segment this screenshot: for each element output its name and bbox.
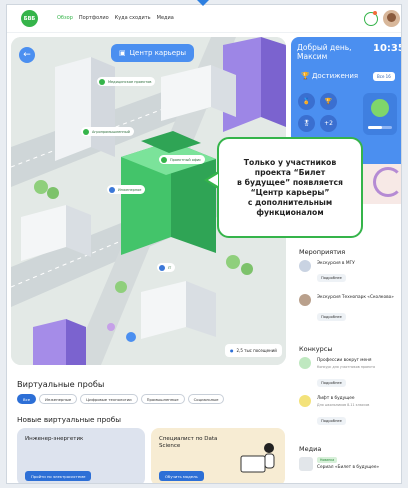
events-panel: Мероприятия Экскурсия в МГУ Подробнее Эк… — [291, 242, 401, 332]
avatar[interactable] — [383, 10, 400, 27]
callout-text: Только у участников проекта “Билет в буд… — [237, 158, 343, 218]
list-item[interactable]: Профессии вокруг меня Конкурс для участн… — [299, 357, 399, 391]
media-new-tag: Новинка — [317, 457, 338, 463]
media-item-title[interactable]: Сериал «Билет в будущее» — [317, 465, 397, 470]
trial-card-data-science[interactable]: Специалист по Data Science Обучить модел… — [151, 428, 285, 483]
contest-icon — [299, 357, 311, 369]
event-details-button[interactable]: Подробнее — [317, 313, 346, 321]
map-label-project-office[interactable]: Проектный офис — [159, 155, 206, 164]
callout-line: проекта “Билет — [254, 167, 326, 177]
top-pointer — [196, 0, 210, 6]
achievement-progress — [368, 126, 392, 129]
trial-filter-chips: Все Инженерные Цифровые технологии Промы… — [17, 394, 225, 404]
more-achievements[interactable]: +2 — [320, 115, 337, 132]
building-icon: ▣ — [119, 49, 126, 57]
achievements-title-text: Достижения — [311, 72, 359, 80]
greeting-line-1: Добрый день, — [297, 43, 352, 52]
achievements-title: 🏆 Достижения — [301, 72, 359, 80]
contest-icon — [299, 395, 311, 407]
chip-social[interactable]: Социальные — [187, 394, 225, 404]
top-header: БВБ Обзор Портфолио Куда сходить Медиа — [7, 5, 401, 33]
contest-description: Конкурс для участников проекта — [317, 365, 376, 369]
trial-card-title: Специалист по Data Science — [159, 436, 218, 449]
contest-name: Лифт в будущее — [317, 396, 355, 401]
greeting: Добрый день, Максим — [297, 43, 352, 61]
promo-ring-icon — [373, 167, 401, 197]
event-image — [299, 260, 311, 272]
visitors-count: 2,5 тыс посещений — [236, 348, 277, 353]
nav-media[interactable]: Медиа — [157, 15, 174, 21]
new-trials-title: Новые виртуальные пробы — [17, 415, 121, 424]
event-name: Экскурсия Технопарк «Сколково» — [317, 295, 394, 300]
chip-engineering[interactable]: Инженерные — [39, 394, 78, 404]
trophy-icon[interactable]: 🏆 — [320, 93, 337, 110]
greeting-line-2: Максим — [297, 52, 328, 61]
contest-name: Профессии вокруг меня — [317, 358, 372, 363]
trial-card-engineer[interactable]: Инженер-энергетик Пройти по электросисте… — [17, 428, 145, 483]
media-thumbnail[interactable] — [299, 457, 313, 471]
trial-start-button[interactable]: Обучить модель — [159, 471, 204, 481]
map-label-medical[interactable]: Медицинское проектов — [97, 77, 156, 86]
chip-digital[interactable]: Цифровые технологии — [80, 394, 138, 404]
back-arrow-icon[interactable]: ← — [19, 47, 35, 63]
top-nav: Обзор Портфолио Куда сходить Медиа — [57, 15, 174, 21]
trial-start-button[interactable]: Пройти по электросистеме — [25, 471, 92, 481]
nav-portfolio[interactable]: Портфолио — [79, 15, 109, 21]
callout-line: с дополнительным — [247, 197, 333, 207]
medal-icon[interactable]: 🏅 — [298, 93, 315, 110]
brand-logo[interactable]: БВБ — [21, 10, 38, 27]
achievements-all-badge[interactable]: Все 16 — [373, 72, 395, 81]
event-image — [299, 294, 311, 306]
map-label-agro[interactable]: Агропромышленный — [81, 127, 134, 136]
contests-panel: Конкурсы Профессии вокруг меня Конкурс д… — [291, 339, 401, 431]
media-panel: Медиа Новинка Сериал «Билет в будущее» — [291, 439, 401, 483]
info-callout: Только у участников проекта “Билет в буд… — [217, 137, 363, 238]
chip-all[interactable]: Все — [17, 394, 37, 404]
contests-title: Конкурсы — [299, 345, 333, 353]
map-label-engineering[interactable]: Инженерное — [107, 185, 146, 194]
people-icon: ● — [230, 348, 234, 353]
callout-line: “Центр карьеры” — [250, 187, 330, 197]
virtual-trials-title: Виртуальные пробы — [17, 379, 105, 389]
events-title: Мероприятия — [299, 248, 346, 256]
app-frame: БВБ Обзор Портфолио Куда сходить Медиа ←… — [6, 4, 402, 484]
callout-line: Только у участников — [243, 157, 337, 167]
callout-line: функционалом — [256, 207, 324, 217]
list-item[interactable]: Экскурсия в МГУ Подробнее — [299, 260, 399, 288]
media-title: Медиа — [299, 445, 322, 453]
map-label-it[interactable]: IT — [157, 263, 176, 272]
career-center-title[interactable]: ▣ Центр карьеры — [111, 44, 195, 62]
callout-pointer-inner — [208, 174, 218, 186]
chip-industrial[interactable]: Промышленные — [140, 394, 185, 404]
contest-description: Для школьников 8-11 классов — [317, 403, 370, 407]
featured-achievement[interactable] — [363, 93, 397, 135]
trial-card-title: Инженер-энергетик — [25, 436, 84, 442]
clock: 10:35 — [373, 43, 402, 54]
nav-overview[interactable]: Обзор — [57, 15, 73, 21]
contest-details-button[interactable]: Подробнее — [317, 379, 346, 387]
achievement-progress-fill — [368, 126, 383, 129]
visitors-badge: ● 2,5 тыс посещений — [225, 344, 282, 357]
nav-where-to-go[interactable]: Куда сходить — [115, 15, 151, 21]
list-item[interactable]: Экскурсия Технопарк «Сколково» Подробнее — [299, 294, 399, 328]
contest-details-button[interactable]: Подробнее — [317, 417, 346, 425]
notification-dot — [373, 11, 377, 15]
list-item[interactable]: Лифт в будущее Для школьников 8-11 класс… — [299, 395, 399, 429]
award-icon[interactable]: 🎖 — [298, 115, 315, 132]
event-details-button[interactable]: Подробнее — [317, 274, 346, 282]
data-science-illustration — [240, 443, 275, 473]
callout-line: в будущее” появляется — [237, 177, 343, 187]
career-center-label: Центр карьеры — [129, 49, 187, 57]
shield-icon — [371, 99, 389, 117]
event-name: Экскурсия в МГУ — [317, 261, 355, 266]
